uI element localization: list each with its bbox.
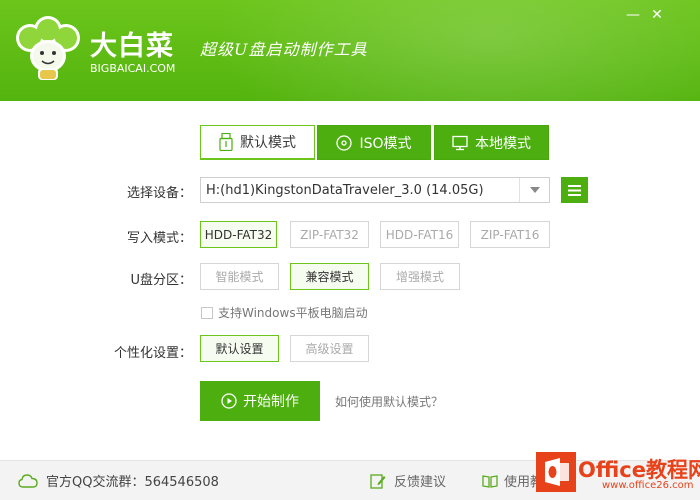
partition-label: U盘分区： — [130, 273, 192, 288]
play-icon — [221, 393, 237, 409]
windows-tablet-option[interactable]: 支持Windows平板电脑启动 — [201, 304, 368, 321]
title-bar: 大白菜 BIGBAICAI.COM 超级U盘启动制作工具 — ✕ — [0, 0, 700, 101]
personalize-advanced[interactable]: 高级设置 — [290, 335, 369, 362]
disc-icon — [336, 134, 353, 151]
device-select-value: H:(hd1)KingstonDataTraveler_3.0 (14.05G) — [206, 182, 484, 198]
edit-icon — [370, 473, 386, 489]
cabbage-mascot-logo — [16, 16, 80, 80]
book-icon — [482, 474, 498, 488]
tab-default-mode[interactable]: 默认模式 — [200, 125, 315, 160]
windows-tablet-checkbox[interactable] — [201, 306, 213, 319]
personalize-label: 个性化设置： — [113, 346, 192, 361]
hamburger-icon — [568, 184, 581, 196]
write-mode-label: 写入模式： — [126, 231, 192, 246]
tab-label: 默认模式 — [240, 135, 296, 151]
tab-local-mode[interactable]: 本地模式 — [434, 125, 549, 160]
qq-group-info: 官方QQ交流群：564546508 — [18, 471, 219, 490]
feedback-link[interactable]: 反馈建议 — [370, 471, 446, 490]
write-mode-zip-fat32[interactable]: ZIP-FAT32 — [290, 221, 369, 248]
write-mode-hdd-fat16[interactable]: HDD-FAT16 — [380, 221, 459, 248]
help-link[interactable]: 如何使用默认模式？ — [335, 393, 443, 410]
usb-icon — [219, 133, 233, 151]
personalize-default[interactable]: 默认设置 — [200, 335, 279, 362]
tab-label: ISO模式 — [359, 135, 412, 152]
chevron-down-icon[interactable] — [519, 178, 549, 202]
brand-domain: BIGBAICAI.COM — [90, 62, 176, 75]
device-menu-button[interactable] — [561, 177, 588, 203]
partition-compat-mode[interactable]: 兼容模式 — [290, 263, 369, 290]
brand-name: 大白菜 — [90, 31, 174, 62]
app-slogan: 超级U盘启动制作工具 — [200, 40, 368, 59]
partition-enhanced-mode[interactable]: 增强模式 — [380, 263, 460, 290]
feedback-label: 反馈建议 — [394, 475, 447, 490]
close-button[interactable]: ✕ — [648, 6, 666, 24]
office-watermark: Office教程网 www.office26.com — [536, 452, 700, 500]
windows-tablet-label: 支持Windows平板电脑启动 — [218, 306, 368, 320]
device-select[interactable]: H:(hd1)KingstonDataTraveler_3.0 (14.05G) — [200, 177, 550, 203]
watermark-url: www.office26.com — [602, 480, 694, 491]
write-mode-hdd-fat32[interactable]: HDD-FAT32 — [200, 221, 277, 248]
minimize-button[interactable]: — — [624, 6, 642, 24]
start-button[interactable]: 开始制作 — [200, 381, 320, 421]
start-button-label: 开始制作 — [243, 394, 299, 410]
cloud-icon — [18, 473, 38, 488]
device-label: 选择设备： — [126, 186, 192, 201]
qq-group-text: 官方QQ交流群：564546508 — [46, 475, 219, 490]
tab-label: 本地模式 — [475, 135, 531, 152]
office-logo-icon — [536, 452, 576, 492]
write-mode-zip-fat16[interactable]: ZIP-FAT16 — [470, 221, 550, 248]
tab-iso-mode[interactable]: ISO模式 — [317, 125, 431, 160]
partition-smart-mode[interactable]: 智能模式 — [200, 263, 279, 290]
monitor-icon — [452, 135, 468, 150]
